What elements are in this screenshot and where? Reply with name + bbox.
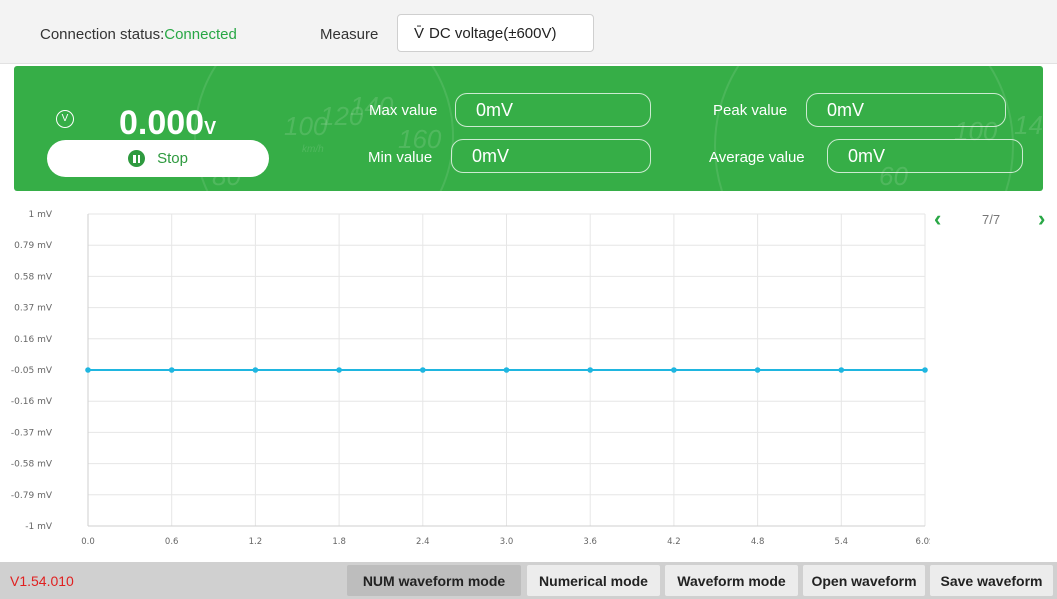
- page-indicator: 7/7: [982, 212, 1001, 227]
- x-tick-label: 6.0S: [916, 537, 930, 547]
- peak-value-field: 0mV: [806, 93, 1006, 127]
- chevron-left-icon[interactable]: ‹: [934, 206, 941, 232]
- measure-label: Measure: [320, 26, 379, 43]
- open-waveform-button[interactable]: Open waveform: [803, 565, 925, 596]
- page-navigator: ‹ 7/7 ›: [930, 206, 1057, 234]
- max-value-field: 0mV: [455, 93, 651, 127]
- data-point: [754, 367, 761, 373]
- min-value-label: Min value: [368, 149, 433, 166]
- y-tick-label: 0.79 mV: [14, 241, 53, 251]
- peak-value-label: Peak value: [713, 102, 788, 119]
- average-value-label: Average value: [709, 149, 805, 166]
- y-tick-label: -0.16 mV: [11, 397, 53, 407]
- voltage-v-icon: V̄: [414, 24, 425, 42]
- y-tick-label: 0.37 mV: [14, 304, 53, 314]
- data-point: [587, 367, 593, 373]
- numerical-mode-button[interactable]: Numerical mode: [527, 565, 660, 596]
- average-value-field: 0mV: [827, 139, 1023, 173]
- num-waveform-mode-button[interactable]: NUM waveform mode: [347, 565, 521, 596]
- v-circle-icon: V: [56, 110, 74, 128]
- y-tick-label: -0.79 mV: [11, 491, 53, 501]
- version-label: V1.54.010: [10, 573, 74, 589]
- x-tick-label: 2.4: [416, 537, 430, 547]
- bottom-bar: V1.54.010 NUM waveform mode Numerical mo…: [0, 562, 1057, 599]
- min-value-field: 0mV: [451, 139, 651, 173]
- connection-label: Connection status:: [40, 26, 165, 43]
- data-point: [420, 367, 426, 373]
- y-tick-label: -0.37 mV: [11, 428, 53, 438]
- y-tick-label: -0.05 mV: [11, 366, 53, 376]
- data-point: [252, 367, 259, 373]
- x-tick-label: 1.2: [249, 537, 263, 547]
- data-point: [671, 367, 677, 373]
- reading-value: 0.000: [119, 104, 205, 142]
- top-bar: Connection status:Connected Measure V̄ D…: [0, 0, 1057, 64]
- x-tick-label: 3.0: [500, 537, 514, 547]
- voltage-reading: 0.000V: [119, 104, 216, 143]
- x-tick-label: 4.8: [751, 537, 765, 547]
- waveform-chart: 1 mV 0.79 mV 0.58 mV 0.37 mV 0.16 mV -0.05 mV…: [11, 210, 930, 547]
- data-point: [503, 367, 510, 373]
- measure-dropdown[interactable]: V̄ DC voltage(±600V): [397, 14, 594, 52]
- waveform-mode-button[interactable]: Waveform mode: [665, 565, 798, 596]
- save-waveform-button[interactable]: Save waveform: [930, 565, 1053, 596]
- reading-panel: 100 120 140 160 80 km/h 100 140 60 V 0.0…: [14, 66, 1043, 191]
- x-tick-label: 0.0: [81, 537, 95, 547]
- reading-unit: V: [204, 118, 217, 138]
- data-point: [85, 367, 91, 373]
- x-tick-label: 1.8: [332, 537, 346, 547]
- max-value-label: Max value: [369, 102, 438, 119]
- stop-label: Stop: [157, 150, 188, 167]
- y-tick-label: 0.16 mV: [14, 335, 53, 345]
- stop-button[interactable]: Stop: [47, 140, 269, 177]
- y-tick-label: 1 mV: [28, 210, 52, 220]
- gauge-decor-text: km/h: [302, 144, 324, 155]
- x-tick-label: 0.6: [165, 537, 179, 547]
- chevron-right-icon[interactable]: ›: [1038, 206, 1045, 232]
- y-tick-label: -0.58 mV: [11, 460, 53, 470]
- data-point: [838, 367, 845, 373]
- measure-value: DC voltage(±600V): [429, 24, 557, 42]
- gauge-decor-text: 140: [1014, 110, 1043, 140]
- data-point: [922, 367, 928, 373]
- x-tick-label: 5.4: [835, 537, 849, 547]
- y-tick-label: 0.58 mV: [14, 272, 53, 282]
- data-point: [336, 367, 342, 373]
- x-tick-label: 3.6: [583, 537, 597, 547]
- x-tick-label: 4.2: [667, 537, 681, 547]
- pause-icon: [128, 150, 146, 167]
- y-tick-label: -1 mV: [25, 522, 53, 532]
- connection-status: Connection status:Connected: [40, 26, 237, 43]
- connection-status-value: Connected: [164, 26, 237, 43]
- data-point: [168, 367, 175, 373]
